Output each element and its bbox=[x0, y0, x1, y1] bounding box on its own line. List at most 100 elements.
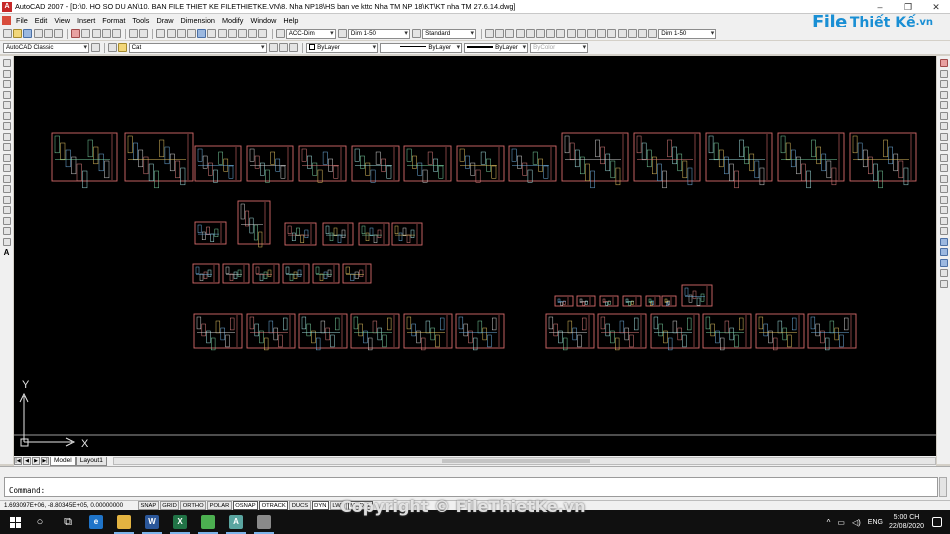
menu-modify[interactable]: Modify bbox=[222, 16, 244, 25]
hatch-icon[interactable] bbox=[2, 206, 11, 214]
layer-manager-icon[interactable] bbox=[108, 43, 118, 52]
zoom-window-icon[interactable] bbox=[176, 29, 186, 38]
block-editor-icon[interactable] bbox=[111, 29, 121, 38]
drawing-sheet[interactable] bbox=[322, 222, 354, 246]
dim-scale-select-2[interactable]: Dim 1-50 bbox=[658, 28, 717, 39]
sheet-set-icon[interactable] bbox=[227, 29, 237, 38]
drawing-sheet[interactable] bbox=[192, 263, 220, 284]
drawing-sheet[interactable] bbox=[222, 263, 250, 284]
otrack-toggle[interactable]: OTRACK bbox=[259, 501, 289, 510]
lwt-toggle[interactable]: LWT bbox=[329, 501, 347, 510]
table-icon[interactable] bbox=[2, 237, 11, 246]
drawing-sheet[interactable] bbox=[599, 295, 619, 307]
autocad-icon[interactable]: A bbox=[222, 510, 250, 534]
dimstyle-select[interactable]: ACC-Dim bbox=[285, 28, 336, 39]
plot-preview-icon[interactable] bbox=[43, 29, 53, 38]
drawing-sheet[interactable] bbox=[403, 145, 452, 183]
model-toggle[interactable]: MODEL bbox=[347, 501, 374, 510]
drawing-sheet[interactable] bbox=[194, 145, 242, 183]
rectangle-icon[interactable] bbox=[2, 101, 11, 109]
layer-select[interactable]: Cat bbox=[128, 42, 267, 53]
copy-object-icon[interactable] bbox=[939, 69, 948, 78]
undo-icon[interactable] bbox=[129, 29, 139, 38]
revision-cloud-icon[interactable] bbox=[2, 132, 11, 141]
drawing-sheet[interactable] bbox=[755, 313, 805, 351]
new-icon[interactable] bbox=[3, 29, 12, 38]
pan-icon[interactable] bbox=[156, 29, 166, 38]
table-style-icon[interactable] bbox=[411, 29, 421, 38]
drawing-sheet[interactable] bbox=[237, 200, 271, 248]
stretch-icon[interactable] bbox=[939, 143, 948, 151]
drawing-canvas[interactable]: Y X bbox=[14, 56, 936, 456]
extend-icon[interactable] bbox=[939, 164, 948, 172]
construction-line-icon[interactable] bbox=[2, 69, 11, 78]
make-block-icon[interactable] bbox=[2, 185, 11, 193]
drawing-sheet[interactable] bbox=[391, 222, 423, 246]
textstyle-select[interactable]: Standard bbox=[422, 28, 477, 39]
dyn-toggle[interactable]: DYN bbox=[311, 501, 329, 510]
list-icon[interactable] bbox=[939, 279, 948, 288]
polyline-icon[interactable] bbox=[2, 80, 11, 88]
drawing-sheet[interactable] bbox=[358, 222, 390, 246]
match-properties-icon[interactable] bbox=[101, 29, 111, 38]
move-icon[interactable] bbox=[939, 111, 948, 120]
design-center-icon[interactable] bbox=[207, 29, 217, 38]
quickcalc-icon[interactable] bbox=[248, 29, 258, 38]
drawing-sheet[interactable] bbox=[702, 313, 752, 351]
chamfer-icon[interactable] bbox=[939, 206, 948, 214]
drawing-sheet[interactable] bbox=[298, 145, 347, 183]
drawing-sheet[interactable] bbox=[807, 313, 857, 351]
drawing-sheet[interactable] bbox=[455, 313, 505, 351]
menu-window[interactable]: Window bbox=[250, 16, 276, 25]
drawing-sheet[interactable] bbox=[312, 263, 340, 284]
drawing-sheet[interactable] bbox=[284, 222, 317, 246]
redo-icon[interactable] bbox=[139, 29, 149, 38]
drawing-sheet[interactable] bbox=[456, 145, 505, 183]
word-icon[interactable]: W bbox=[138, 510, 166, 534]
quick-dim-icon[interactable] bbox=[566, 29, 576, 38]
autocad-app-icon[interactable]: A bbox=[2, 1, 12, 12]
grid-toggle[interactable]: GRID bbox=[159, 501, 180, 510]
dim-text-edit-icon[interactable] bbox=[637, 29, 647, 38]
break-at-point-icon[interactable] bbox=[939, 174, 948, 183]
drawing-sheet[interactable] bbox=[508, 145, 557, 183]
drawing-sheet[interactable] bbox=[849, 132, 917, 189]
drawing-sheet[interactable] bbox=[645, 295, 661, 307]
menu-draw[interactable]: Draw bbox=[156, 16, 173, 25]
region-icon[interactable] bbox=[2, 227, 11, 235]
zoom-realtime-icon[interactable] bbox=[166, 29, 176, 38]
lineweight-select[interactable]: ByLayer bbox=[464, 42, 529, 53]
group-icon[interactable] bbox=[939, 269, 948, 277]
plot-icon[interactable] bbox=[33, 29, 43, 38]
workspace-select[interactable]: AutoCAD Classic bbox=[3, 42, 89, 53]
insert-block-icon[interactable] bbox=[2, 174, 11, 183]
menu-file[interactable]: File bbox=[16, 16, 28, 25]
tab-layout1[interactable]: Layout1 bbox=[75, 456, 107, 466]
tool-palettes-icon[interactable] bbox=[217, 29, 227, 38]
menu-edit[interactable]: Edit bbox=[35, 16, 48, 25]
trim-icon[interactable] bbox=[939, 153, 948, 162]
drawing-sheet[interactable] bbox=[194, 221, 227, 245]
drawing-sheet[interactable] bbox=[342, 263, 372, 284]
volume-icon[interactable]: ◁) bbox=[852, 518, 861, 527]
command-line-input[interactable]: Command: bbox=[4, 477, 938, 497]
ellipse-arc-icon[interactable] bbox=[2, 164, 11, 172]
arc-icon[interactable] bbox=[2, 111, 11, 120]
ordinate-dim-icon[interactable] bbox=[515, 29, 525, 38]
workspace-settings-icon[interactable] bbox=[91, 43, 100, 52]
menu-help[interactable]: Help bbox=[283, 16, 298, 25]
dim-update-icon[interactable] bbox=[648, 29, 658, 38]
diameter-dim-icon[interactable] bbox=[546, 29, 556, 38]
file-explorer-icon[interactable] bbox=[110, 510, 138, 534]
menu-dimension[interactable]: Dimension bbox=[180, 16, 214, 25]
layer-tool-icon[interactable] bbox=[288, 43, 298, 52]
windows-start-button[interactable] bbox=[4, 510, 26, 534]
continue-dim-icon[interactable] bbox=[586, 29, 596, 38]
break-icon[interactable] bbox=[939, 185, 948, 193]
drawing-sheet[interactable] bbox=[561, 132, 629, 189]
ducs-toggle[interactable]: DUCS bbox=[289, 501, 311, 510]
line-icon[interactable] bbox=[2, 59, 11, 67]
arc-length-icon[interactable] bbox=[505, 29, 515, 38]
drawing-sheet[interactable] bbox=[661, 295, 677, 307]
menu-format[interactable]: Format bbox=[102, 16, 125, 25]
